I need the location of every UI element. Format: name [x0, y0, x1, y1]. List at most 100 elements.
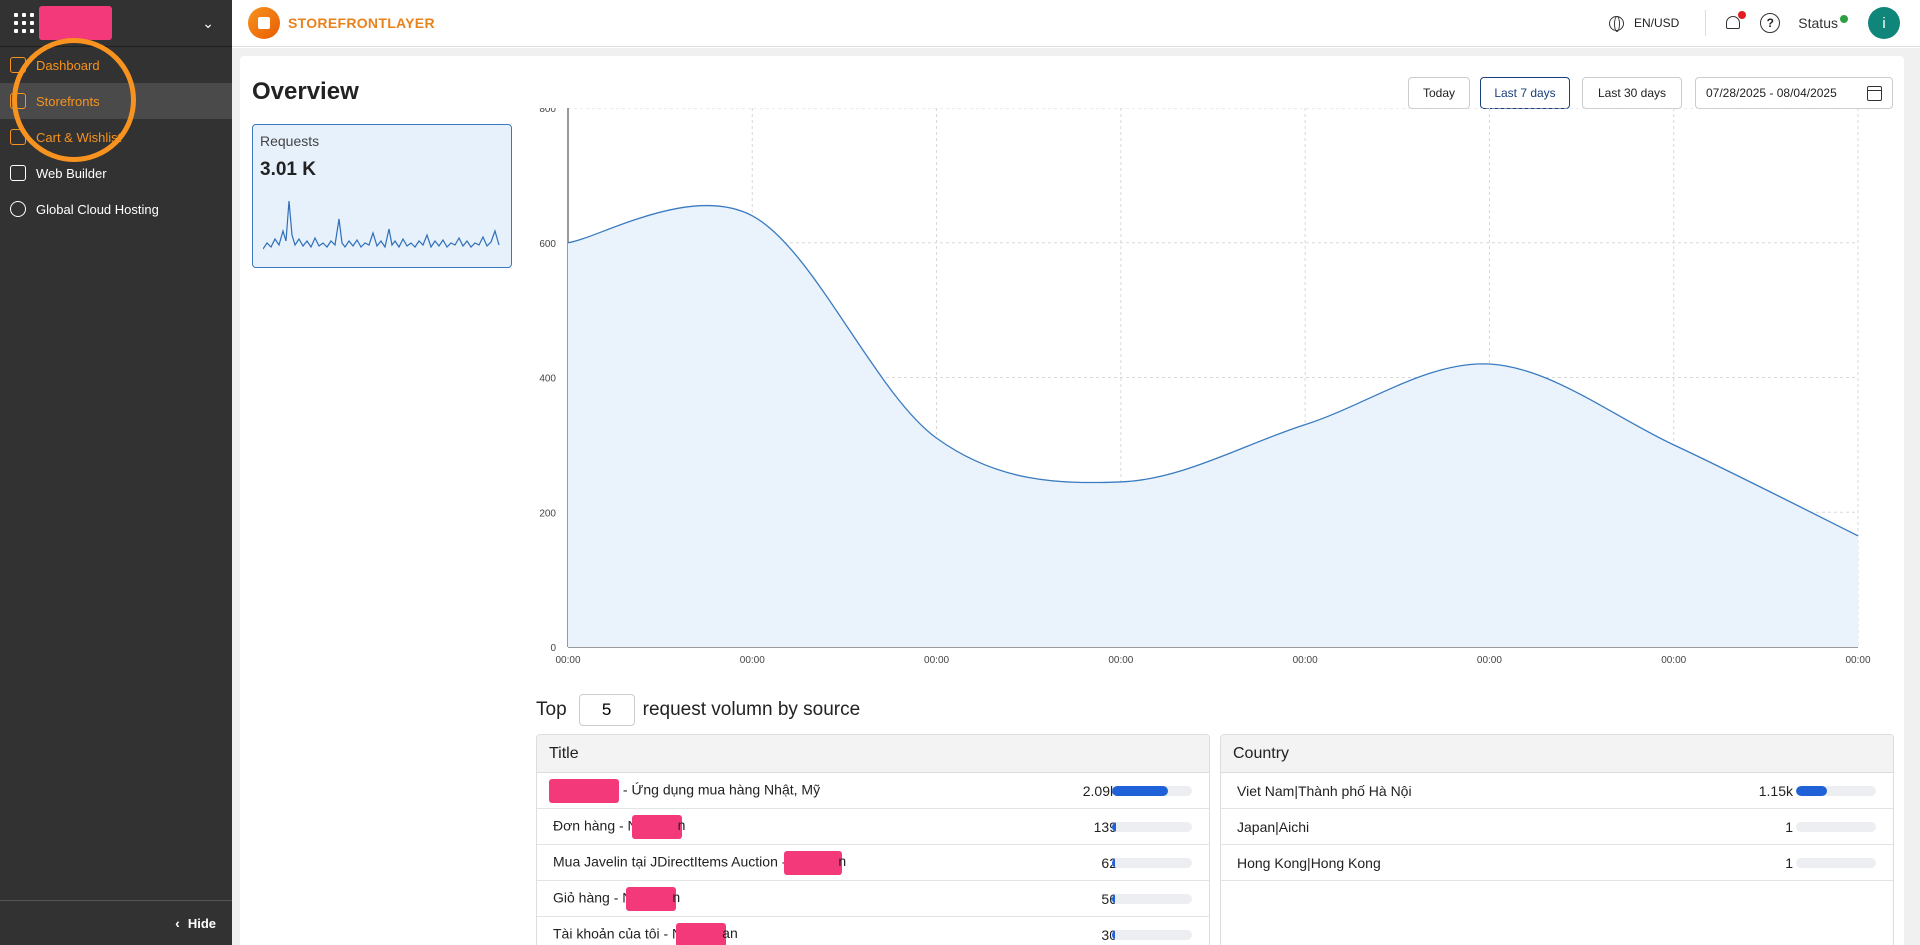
sidebar-item-global-cloud-hosting[interactable]: Global Cloud Hosting — [0, 191, 232, 227]
y-tick-label: 0 — [550, 643, 556, 654]
y-tick-label: 400 — [539, 374, 556, 385]
sidebar-item-label: Dashboard — [36, 57, 100, 73]
row-country: Viet Nam|Thành phố Hà Nội — [1237, 782, 1412, 799]
range-last-7-days-button[interactable]: Last 7 days — [1480, 77, 1570, 109]
brand-logo-icon[interactable] — [248, 7, 280, 39]
brand-name[interactable]: STOREFRONTLAYER — [288, 15, 435, 31]
row-bar — [1796, 785, 1876, 796]
row-bar-fill — [1112, 785, 1168, 796]
redacted-block — [784, 850, 843, 875]
row-bar — [1796, 857, 1876, 868]
table-row: Giỏ hàng - N n 56 — [537, 881, 1209, 917]
row-value: 1 — [1785, 818, 1793, 835]
status-link[interactable]: Status — [1798, 15, 1848, 31]
row-bar — [1112, 857, 1192, 868]
storefront-icon — [10, 93, 26, 109]
requests-area-chart: 0 200 400 600 800 00:00 00:00 00:00 00:00 00:00 00… — [539, 108, 1871, 666]
chevron-down-icon[interactable]: ⌄ — [202, 15, 214, 32]
table-row: Đơn hàng - N n 139 — [537, 809, 1209, 845]
row-title-suffix: n — [672, 889, 681, 906]
row-bar — [1112, 929, 1192, 940]
row-bar-fill — [1796, 785, 1827, 796]
y-tick-label: 600 — [539, 239, 556, 250]
row-title-prefix: Giỏ hàng - N — [553, 889, 633, 906]
table-row: - Ứng dụng mua hàng Nhật, Mỹ 2.09k — [537, 773, 1209, 809]
country-table-header: Country — [1221, 735, 1893, 773]
table-row: Hong Kong|Hong Kong 1 — [1221, 845, 1893, 881]
sidebar-item-cart-wishlist[interactable]: Cart & Wishlist — [0, 119, 232, 155]
language-currency-label: EN/USD — [1633, 16, 1680, 30]
row-value: 1 — [1785, 854, 1793, 871]
top-sources-heading: Top request volumn by source — [536, 694, 860, 726]
row-bar-fill — [1112, 929, 1115, 940]
x-tick-label: 00:00 — [1661, 655, 1686, 666]
row-value: 139 — [1093, 818, 1117, 835]
hide-sidebar-button[interactable]: ‹ Hide — [0, 900, 232, 945]
row-title: Đơn hàng - N n — [553, 814, 686, 839]
series-area — [568, 205, 1858, 647]
table-row: Viet Nam|Thành phố Hà Nội 1.15k — [1221, 773, 1893, 809]
sidebar-header: ⌄ — [0, 0, 232, 47]
language-currency-selector[interactable]: EN/USD — [1608, 15, 1680, 32]
row-bar — [1112, 893, 1192, 904]
row-title-suffix: n — [677, 817, 686, 834]
requests-card[interactable]: Requests 3.01 K — [252, 124, 512, 268]
title-table-body: - Ứng dụng mua hàng Nhật, Mỹ 2.09k Đơn hàn… — [537, 773, 1209, 945]
row-bar — [1796, 821, 1876, 832]
apps-grid-icon[interactable] — [14, 13, 34, 33]
table-row: Tài khoản của tôi - N an 30 — [537, 917, 1209, 945]
range-today-button[interactable]: Today — [1408, 77, 1470, 109]
sidebar-nav: Dashboard Storefronts Cart & Wishlist We… — [0, 47, 232, 227]
row-title-suffix: - Ứng dụng mua hàng Nhật, Mỹ — [619, 781, 821, 798]
y-tick-label: 200 — [539, 508, 556, 519]
range-last-30-days-button[interactable]: Last 30 days — [1582, 77, 1682, 109]
top-count-input[interactable] — [578, 694, 635, 726]
requests-sparkline — [263, 200, 500, 250]
organization-logo[interactable] — [39, 6, 112, 40]
topbar-actions: EN/USD ? Status i — [1608, 0, 1920, 47]
redacted-block — [549, 778, 619, 803]
calendar-icon — [1867, 85, 1882, 101]
sidebar-item-web-builder[interactable]: Web Builder — [0, 155, 232, 191]
help-icon[interactable]: ? — [1760, 13, 1781, 33]
row-value: 2.09k — [1082, 782, 1117, 799]
web-builder-icon — [10, 165, 26, 181]
notifications-bell-icon[interactable] — [1724, 11, 1747, 32]
table-row: Japan|Aichi 1 — [1221, 809, 1893, 845]
row-value: 1.15k — [1758, 782, 1793, 799]
x-tick-label: 00:00 — [1477, 655, 1502, 666]
row-country: Hong Kong|Hong Kong — [1237, 854, 1381, 871]
row-title-prefix: Đơn hàng - N — [553, 817, 638, 834]
row-title: Giỏ hàng - N n — [553, 886, 681, 911]
sidebar-item-label: Global Cloud Hosting — [36, 201, 159, 217]
row-country: Japan|Aichi — [1237, 818, 1310, 835]
row-value: 30 — [1101, 926, 1117, 943]
row-title: - Ứng dụng mua hàng Nhật, Mỹ — [549, 778, 821, 803]
row-bar — [1112, 821, 1192, 832]
row-bar-fill — [1112, 893, 1115, 904]
sidebar-item-label: Web Builder — [36, 165, 107, 181]
page-title: Overview — [252, 78, 359, 105]
cart-icon — [10, 129, 26, 145]
status-indicator — [1840, 15, 1848, 23]
status-label: Status — [1798, 15, 1838, 31]
x-tick-label: 00:00 — [1293, 655, 1318, 666]
x-tick-label: 00:00 — [1108, 655, 1133, 666]
sidebar-item-storefronts[interactable]: Storefronts — [0, 83, 232, 119]
x-tick-label: 00:00 — [1845, 655, 1870, 666]
row-title-suffix: an — [722, 925, 738, 942]
topbar: STOREFRONTLAYER EN/USD ? Status i — [232, 0, 1920, 47]
country-table: Country Viet Nam|Thành phố Hà Nội 1.15k Ja… — [1220, 734, 1894, 945]
title-table-header: Title — [537, 735, 1209, 773]
date-range-picker[interactable]: 07/28/2025 - 08/04/2025 — [1695, 77, 1893, 109]
x-tick-label: 00:00 — [924, 655, 949, 666]
user-avatar[interactable]: i — [1868, 7, 1900, 39]
sidebar-item-dashboard[interactable]: Dashboard — [0, 47, 232, 83]
redacted-block — [631, 814, 682, 839]
globe-icon — [1608, 15, 1624, 32]
top-suffix: request volumn by source — [642, 699, 861, 720]
row-title-suffix: n — [838, 853, 847, 870]
table-row: Mua Javelin tại JDirectItems Auction - n… — [537, 845, 1209, 881]
divider — [1705, 10, 1707, 36]
row-bar — [1112, 785, 1192, 796]
